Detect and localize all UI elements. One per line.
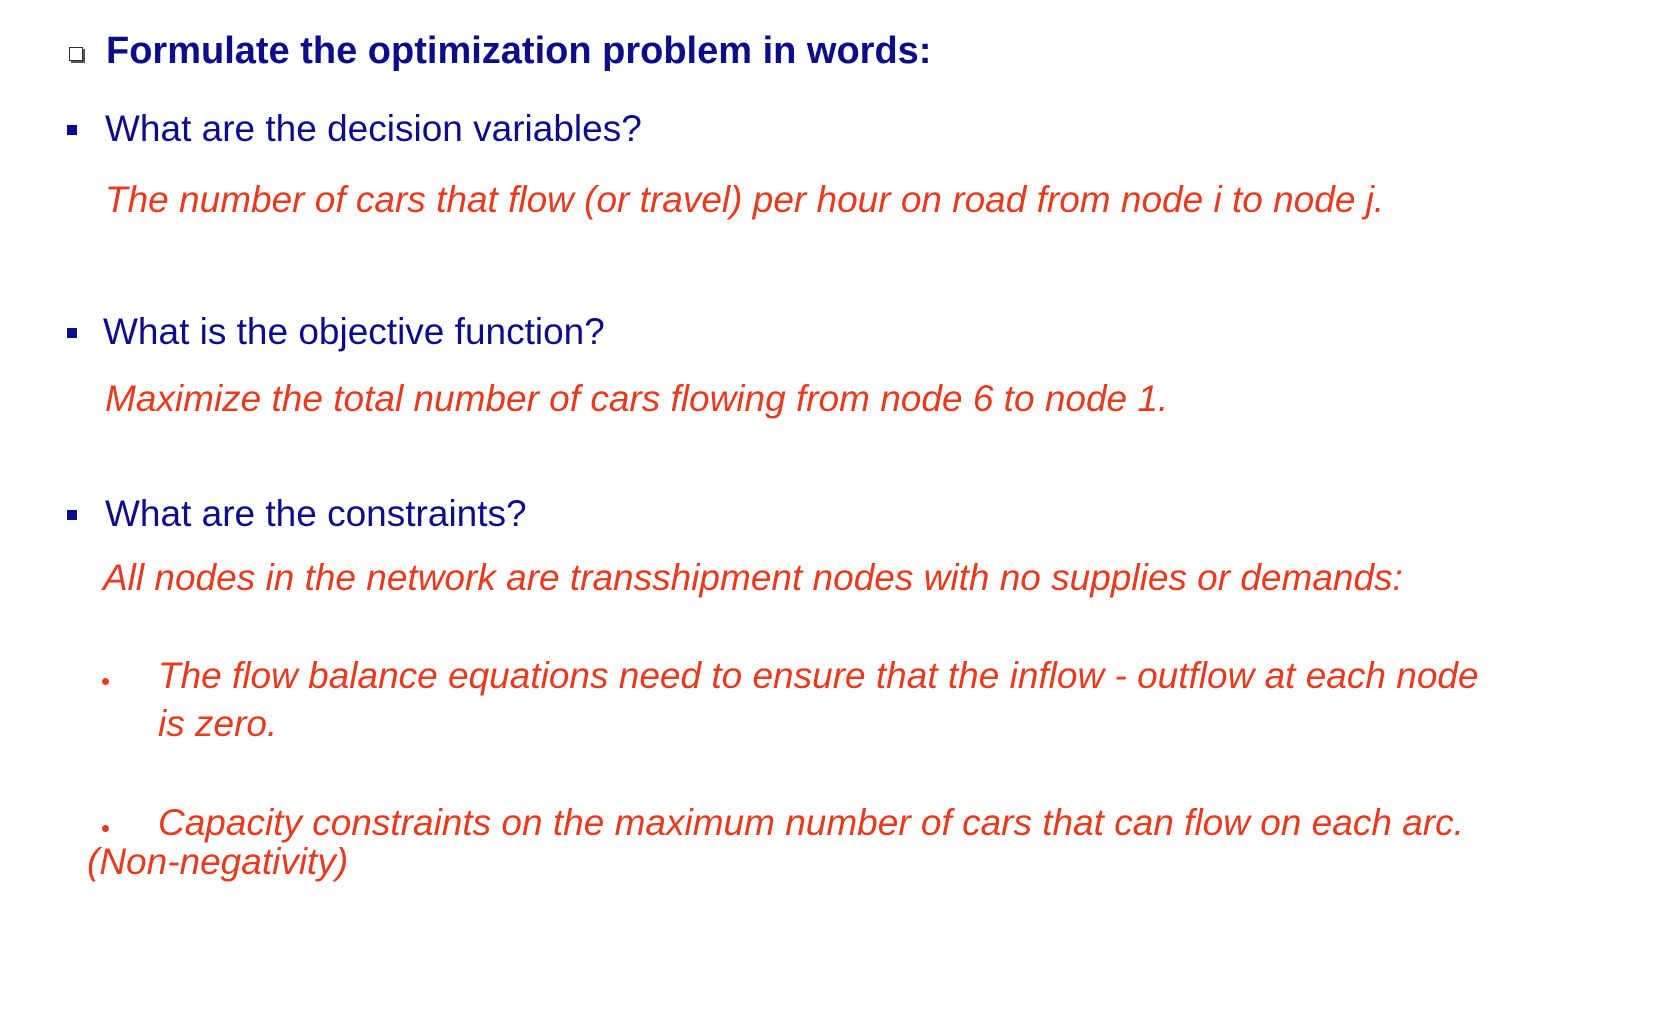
question-objective-function: What is the objective function? xyxy=(103,311,605,352)
question-decision-variables: What are the decision variables? xyxy=(105,108,642,149)
square-bullet-icon xyxy=(67,125,77,135)
heading-bullet-icon xyxy=(69,47,83,61)
answer-objective-function: Maximize the total number of cars flowin… xyxy=(105,378,1169,419)
constraint-capacity-line2: (Non-negativity) xyxy=(87,841,349,882)
constraint-flow-balance-line1: The flow balance equations need to ensur… xyxy=(158,655,1479,696)
answer-decision-variables: The number of cars that flow (or travel)… xyxy=(105,179,1385,220)
question-constraints: What are the constraints? xyxy=(105,493,527,534)
constraint-flow-balance-line2: is zero. xyxy=(158,703,278,744)
square-bullet-icon xyxy=(67,328,77,338)
round-bullet-icon xyxy=(102,678,109,685)
answer-constraints-intro: All nodes in the network are transshipme… xyxy=(103,557,1403,598)
constraint-capacity-line1: Capacity constraints on the maximum numb… xyxy=(158,802,1464,843)
slide-heading: Formulate the optimization problem in wo… xyxy=(106,30,932,72)
square-bullet-icon xyxy=(67,510,77,520)
round-bullet-icon xyxy=(102,825,109,832)
